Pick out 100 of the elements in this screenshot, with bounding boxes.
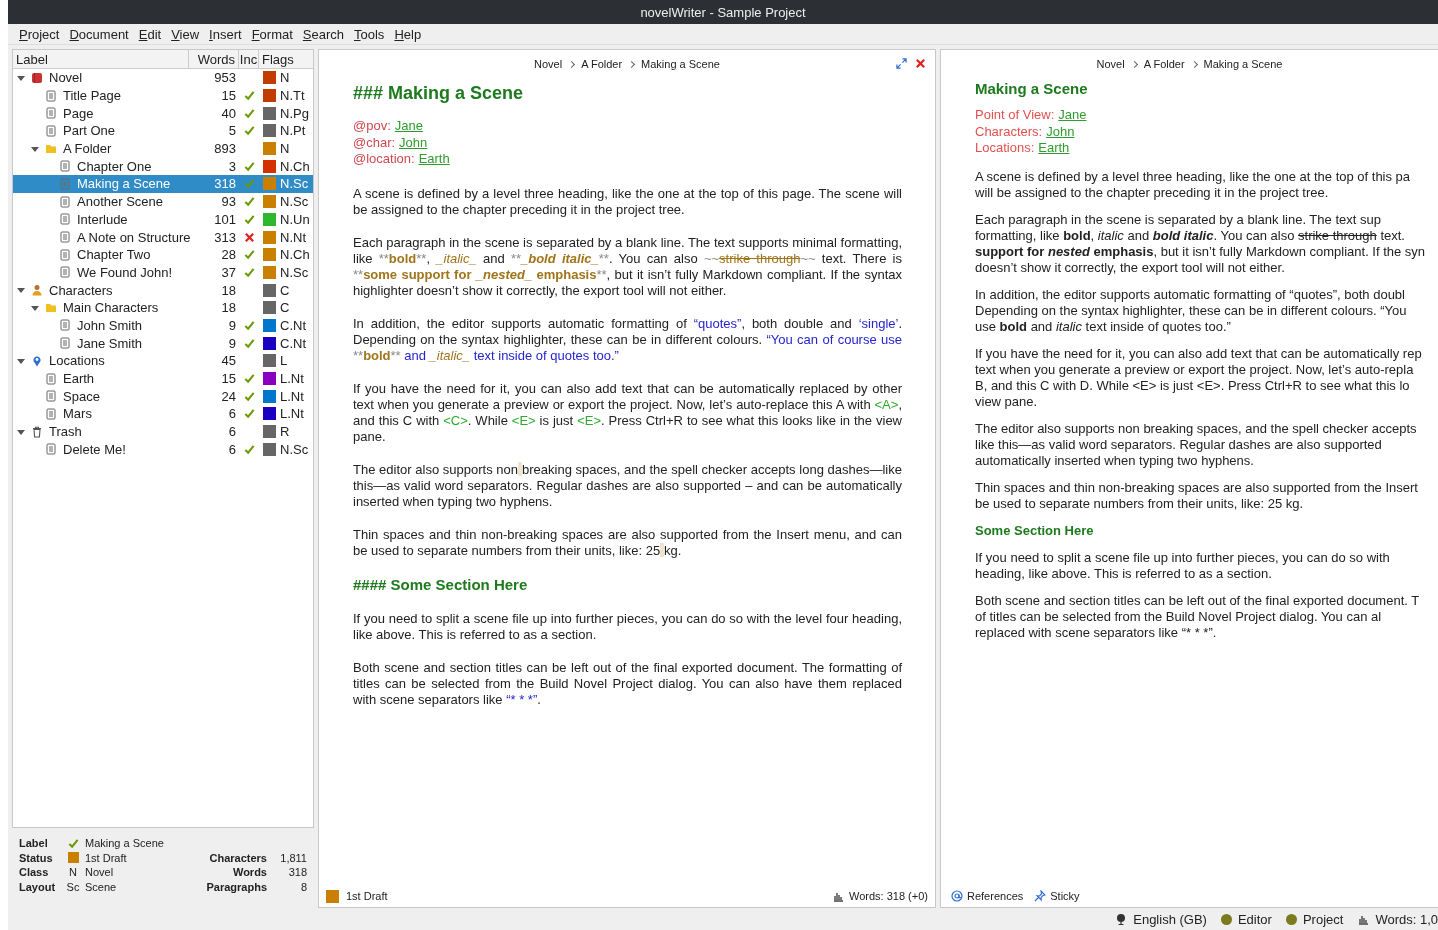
detail-label: Status: [19, 851, 54, 864]
paragraph: Both scene and section titles can be left out of the final exported document. The formatting of titles can be selected from the Build Novel Project dialog. You can also have them replaced with scene separators like “* * *”.: [353, 659, 902, 708]
item-label: Chapter One: [77, 158, 152, 174]
paragraph: A scene is defined by a level three heading, like the one at the top of this page. The scene will be assigned to the chapter preceding it in the project tree.: [353, 185, 902, 218]
flag-code: L.Nt: [280, 406, 304, 422]
menu-item[interactable]: Format: [246, 26, 298, 42]
reference-link[interactable]: John: [399, 134, 428, 150]
word-count: 93: [220, 194, 237, 210]
item-label: Locations: [49, 353, 105, 369]
word-count: 18: [220, 300, 237, 316]
caret-icon[interactable]: [17, 356, 25, 365]
item-label: Another Scene: [77, 194, 163, 210]
column-header[interactable]: Inc: [239, 50, 259, 68]
detail-value: 1,811: [279, 851, 307, 864]
tree-row[interactable]: Another Scene 93 N.Sc: [13, 192, 313, 211]
reference-link[interactable]: John: [1046, 123, 1075, 139]
document-icon: [45, 443, 57, 456]
panel-button[interactable]: Sticky: [1031, 888, 1083, 904]
tree-row[interactable]: A Note on Structure 313 N.Nt: [13, 228, 313, 246]
menu-item[interactable]: Tools: [349, 26, 390, 42]
book-icon: [31, 71, 43, 84]
item-label: We Found John!: [77, 264, 173, 280]
paragraph: The editor also supports non breaking spaces, and the spell checker accepts long dashes—like this—as valid word separators. Regular dashes are also supported – and can be automatically inserted when typing two hyphens.: [353, 461, 902, 510]
breadcrumb-item: Making a Scene: [641, 58, 720, 70]
column-header[interactable]: Label: [13, 50, 189, 68]
tree-row[interactable]: Delete Me! 6 N.Sc: [13, 440, 313, 459]
trash-icon: [31, 425, 43, 438]
document-icon: [59, 160, 71, 173]
tree-row[interactable]: Jane Smith 9 C.Nt: [13, 334, 313, 352]
menu-item[interactable]: Help: [389, 26, 427, 42]
tree-row[interactable]: Title Page 15 N.Tt: [13, 86, 313, 105]
item-label: Space: [63, 388, 100, 404]
menu-item[interactable]: View: [166, 26, 205, 42]
tree-row[interactable]: Space 24 L.Nt: [13, 387, 313, 406]
detail-value: Making a Scene: [85, 837, 164, 850]
breadcrumb-item: Novel: [1096, 58, 1125, 70]
menu-item[interactable]: Insert: [204, 26, 247, 42]
word-count: 15: [220, 88, 237, 104]
scene-heading: Making a Scene: [975, 80, 1089, 97]
tree-row[interactable]: Chapter Two 28 N.Ch: [13, 245, 313, 264]
reference-link[interactable]: Jane: [1058, 107, 1087, 122]
tree-row[interactable]: Page 40 N.Pg: [13, 104, 313, 123]
tree-row[interactable]: Making a Scene 318 N.Sc: [13, 175, 313, 193]
detail-value: Novel: [85, 866, 114, 879]
tree-row[interactable]: Interlude 101 N.Un: [13, 210, 313, 229]
flag-code: N.Un: [280, 211, 310, 227]
folder-icon: [45, 301, 57, 314]
detail-label: Characters: [208, 851, 267, 864]
flag-code: N.Sc: [280, 264, 309, 280]
word-count: 6: [227, 441, 237, 457]
close-icon[interactable]: [915, 58, 926, 69]
item-label: Jane Smith: [77, 335, 143, 351]
document-icon: [45, 107, 57, 120]
word-count: 953: [213, 70, 237, 86]
tree-row[interactable]: Locations 45 L: [13, 352, 313, 370]
tree-row[interactable]: Mars 6 L.Nt: [13, 405, 313, 423]
tree-row[interactable]: We Found John! 37 N.Sc: [13, 263, 313, 282]
tree-row[interactable]: Earth 15 L.Nt: [13, 369, 313, 388]
paragraph: In addition, the editor supports automatic formatting of “quotes”, both doubl Depending on the syntax highlighter, these can be in different colours. “You use bold and italic text inside of quotes too.”: [975, 286, 1408, 335]
maximize-icon[interactable]: [896, 58, 907, 69]
tree-row[interactable]: Novel 953 N: [13, 69, 313, 87]
reference-link[interactable]: Earth: [418, 151, 450, 166]
reference-link[interactable]: Jane: [394, 118, 423, 133]
flag-code: R: [280, 424, 290, 440]
caret-icon[interactable]: [31, 303, 39, 312]
tree-row[interactable]: Chapter One 3 N.Ch: [13, 157, 313, 176]
tree-row[interactable]: Main Characters 18 C: [13, 298, 313, 317]
reference-link[interactable]: Earth: [1038, 140, 1070, 155]
tree-row[interactable]: Trash 6 R: [13, 422, 313, 441]
flag-code: L.Nt: [280, 388, 304, 404]
caret-icon[interactable]: [17, 73, 25, 82]
menu-item[interactable]: Project: [14, 26, 65, 42]
item-label: John Smith: [77, 317, 143, 333]
item-label: Making a Scene: [77, 176, 171, 192]
document-icon: [59, 337, 71, 350]
tree-row[interactable]: John Smith 9 C.Nt: [13, 316, 313, 335]
menu-item[interactable]: Edit: [133, 26, 167, 42]
caret-icon[interactable]: [31, 144, 39, 153]
document-icon: [59, 266, 71, 279]
item-label: Page: [63, 105, 94, 121]
paragraph: Each paragraph in the scene is separated by a blank line. The text sup formatting, like bold, italic and bold italic. You can also strike through text. support for nested emphasis, but it isn’t fully Markdown compliant. If the syn doesn’t show it correctly, the export tool will not either.: [975, 211, 1427, 276]
item-label: Main Characters: [63, 300, 159, 316]
status-label: Project: [1302, 911, 1344, 927]
document-icon: [59, 231, 71, 244]
word-count: 101: [213, 211, 237, 227]
menu-item[interactable]: Document: [64, 26, 134, 42]
caret-icon[interactable]: [17, 427, 25, 436]
caret-icon[interactable]: [17, 286, 25, 295]
folder-icon: [45, 142, 57, 155]
column-header[interactable]: Flags: [259, 50, 313, 68]
tree-row[interactable]: A Folder 893 N: [13, 139, 313, 158]
word-count: 318: [213, 176, 237, 192]
tree-row[interactable]: Part One 5 N.Pt: [13, 122, 313, 140]
column-header[interactable]: Words: [189, 50, 239, 68]
document-icon: [59, 213, 71, 226]
tree-row[interactable]: Characters 18 C: [13, 281, 313, 299]
status-label: Words: 1,0: [1375, 911, 1438, 927]
word-count: 9: [227, 335, 237, 351]
menu-item[interactable]: Search: [297, 26, 349, 42]
panel-button[interactable]: References: [948, 888, 1027, 904]
